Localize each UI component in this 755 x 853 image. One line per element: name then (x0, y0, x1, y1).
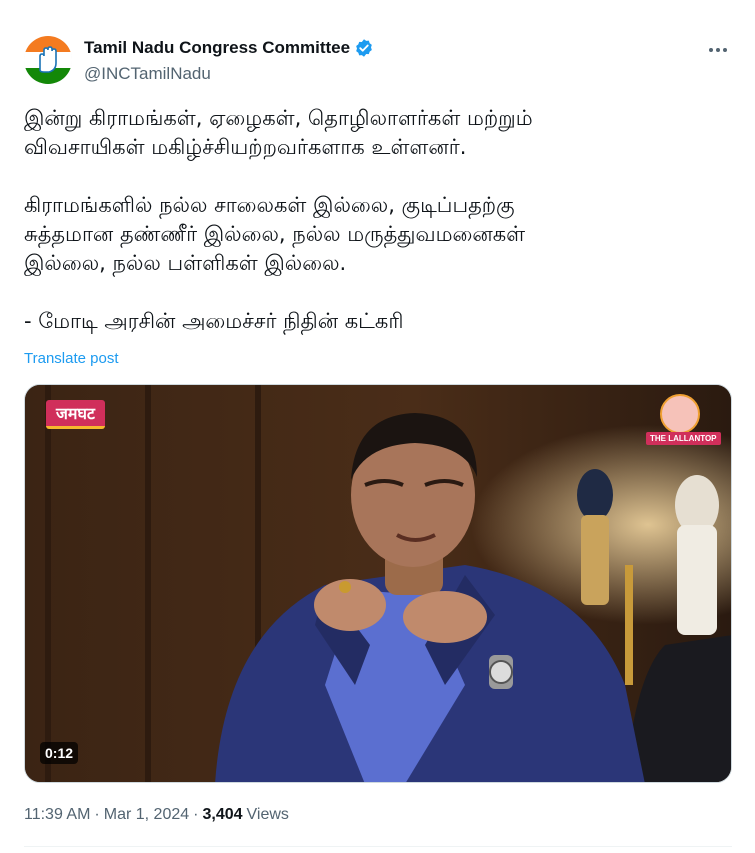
divider (24, 846, 732, 847)
more-horizontal-icon (709, 48, 713, 52)
video-thumbnail (25, 385, 731, 782)
author-handle[interactable]: @INCTamilNadu (84, 64, 211, 84)
post-paragraph-3: - மோடி அரசின் அமைச்சர் நிதின் கட்கரி (24, 309, 404, 333)
meta-separator: · (94, 806, 100, 823)
video-brand-left-logo: जमघट (46, 400, 105, 429)
video-brand-right-logo: THE LALLANTOP (646, 432, 721, 445)
author-avatar[interactable] (24, 36, 72, 84)
post-paragraph-1: இன்று கிராமங்கள், ஏழைகள், தொழிலாளர்கள் ம… (24, 106, 533, 159)
views-count: 3,404 (202, 806, 243, 823)
video-duration-badge: 0:12 (40, 742, 79, 764)
post-text: இன்று கிராமங்கள், ஏழைகள், தொழிலாளர்கள் ம… (24, 104, 724, 336)
views-label: Views (246, 806, 289, 823)
more-dot (723, 48, 727, 52)
more-dot (716, 48, 720, 52)
post: Tamil Nadu Congress Committee @INCTamilN… (0, 0, 755, 853)
translate-post-link[interactable]: Translate post (24, 350, 119, 367)
author-display-name[interactable]: Tamil Nadu Congress Committee (84, 38, 350, 58)
more-options-button[interactable] (704, 36, 732, 64)
video-player[interactable] (24, 384, 732, 783)
post-date[interactable]: Mar 1, 2024 (104, 806, 189, 824)
verified-badge-icon[interactable] (354, 38, 374, 58)
post-meta: 11:39 AM · Mar 1, 2024 · 3,404 Views (24, 806, 289, 824)
author-name-row: Tamil Nadu Congress Committee (84, 38, 374, 58)
meta-separator-2: · (193, 806, 199, 823)
post-paragraph-2: கிராமங்களில் நல்ல சாலைகள் இல்லை, குடிப்ப… (24, 193, 526, 275)
lallantop-logo-icon (660, 394, 700, 434)
congress-hand-logo-icon (24, 36, 72, 84)
post-time[interactable]: 11:39 AM (24, 806, 90, 824)
